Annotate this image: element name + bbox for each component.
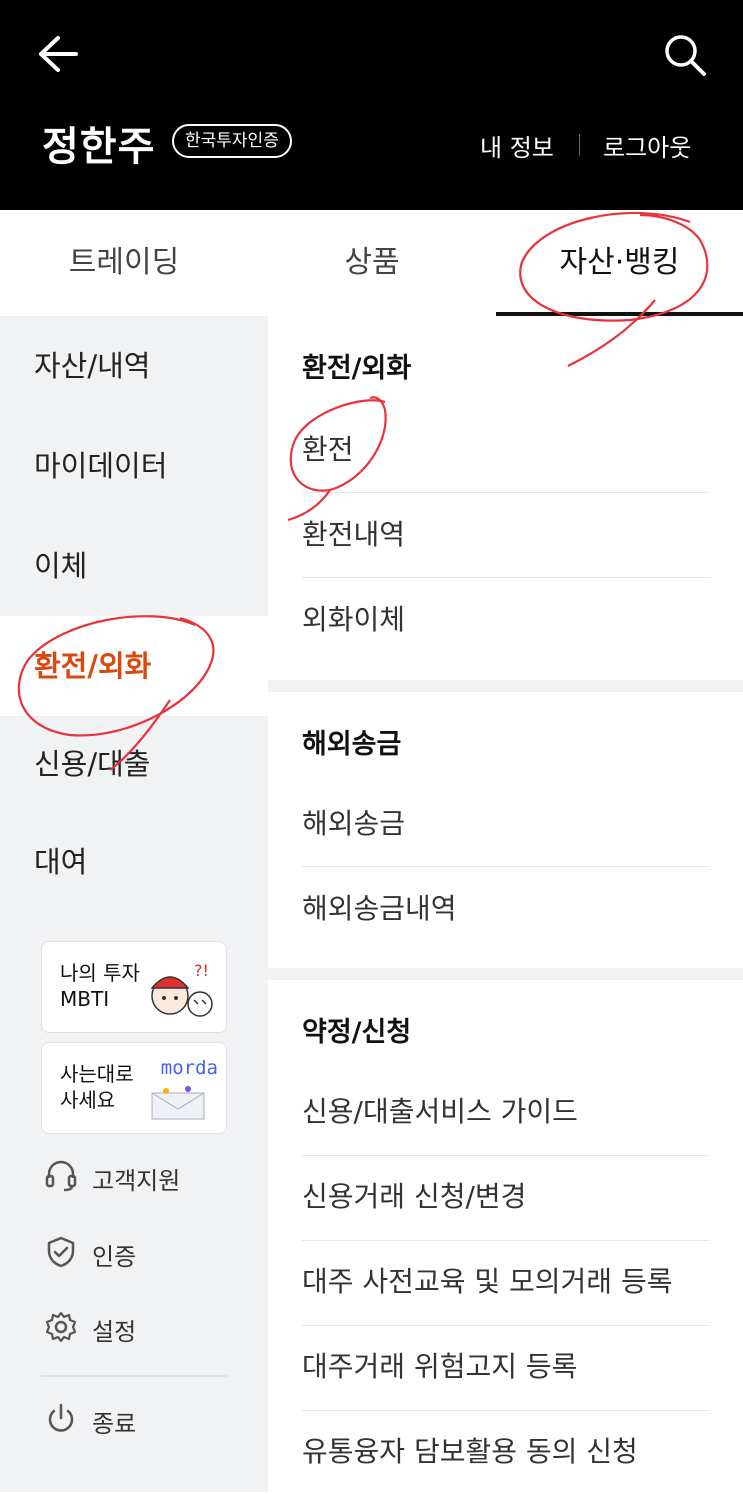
app-header: 정한주 한국투자인증 내 정보 로그아웃 (0, 0, 743, 210)
search-button[interactable] (660, 30, 710, 80)
menu-item-exchange-history[interactable]: 환전내역 (302, 493, 710, 577)
morda-brand: morda (160, 1057, 218, 1079)
menu-item-exchange[interactable]: 환전 (302, 408, 710, 492)
promo-investment-mbti[interactable]: 나의 투자 MBTI ?! (41, 941, 227, 1033)
section-title-agreements: 약정/신청 (302, 1017, 412, 1048)
sidebar-item-lending[interactable]: 대여 (0, 812, 268, 912)
main-tabs: 트레이딩 상품 자산·뱅킹 (0, 210, 743, 316)
my-info-link[interactable]: 내 정보 (480, 128, 554, 163)
envelope-illustration-icon (151, 1086, 205, 1120)
sidebar-divider (41, 1375, 227, 1377)
promo-text: 나의 투자 MBTI (60, 961, 140, 1011)
sidebar-item-transfer[interactable]: 이체 (0, 516, 268, 616)
menu-item-short-education[interactable]: 대주 사전교육 및 모의거래 등록 (302, 1240, 710, 1324)
menu-item-remittance-history[interactable]: 해외송금내역 (302, 867, 710, 951)
submenu-panel: 환전/외화 환전 환전내역 외화이체 해외송금 해외송금 해외송금내역 약정/신… (268, 316, 743, 1492)
tab-trading[interactable]: 트레이딩 (0, 210, 248, 316)
menu-item-credit-apply[interactable]: 신용거래 신청/변경 (302, 1155, 710, 1239)
arrow-left-icon (39, 36, 78, 72)
tab-products[interactable]: 상품 (248, 210, 496, 316)
menu-item-foreign-transfer[interactable]: 외화이체 (302, 578, 710, 662)
settings-label: 설정 (92, 1318, 137, 1346)
sidebar-item-credit-loan[interactable]: 신용/대출 (0, 714, 268, 814)
character-illustration-icon: ?! (150, 961, 213, 1017)
user-name: 정한주 (42, 124, 156, 170)
svg-text:?!: ?! (194, 961, 209, 980)
certification-label: 인증 (92, 1243, 137, 1271)
promo-morda[interactable]: 사는대로 사세요 morda (41, 1042, 227, 1134)
promo-text: 사는대로 사세요 (60, 1062, 134, 1112)
headset-icon (45, 1160, 77, 1192)
sidebar-item-exchange[interactable]: 환전/외화 (0, 616, 268, 716)
sidebar-item-mydata[interactable]: 마이데이터 (0, 416, 268, 516)
gear-icon (45, 1311, 77, 1343)
menu-item-remittance[interactable]: 해외송금 (302, 782, 710, 866)
tab-assets-banking[interactable]: 자산·뱅킹 (496, 210, 743, 316)
menu-item-credit-loan-guide[interactable]: 신용/대출서비스 가이드 (302, 1070, 710, 1154)
search-icon (665, 35, 706, 76)
sidebar-item-assets[interactable]: 자산/내역 (0, 316, 268, 416)
section-title-remittance: 해외송금 (302, 729, 402, 760)
sidebar: 자산/내역 마이데이터 이체 환전/외화 신용/대출 대여 나의 투자 MBTI… (0, 316, 268, 1492)
power-icon (48, 1403, 74, 1432)
exit-label: 종료 (92, 1410, 137, 1438)
header-divider (579, 134, 580, 156)
section-gap (268, 968, 743, 980)
back-button[interactable] (36, 34, 80, 74)
menu-item-short-risk-notice[interactable]: 대주거래 위험고지 등록 (302, 1325, 710, 1409)
logout-link[interactable]: 로그아웃 (603, 128, 691, 163)
menu-item-collateral-consent[interactable]: 유통융자 담보활용 동의 신청 (302, 1410, 710, 1494)
customer-support-label: 고객지원 (92, 1167, 181, 1195)
shield-check-icon (47, 1236, 75, 1268)
cert-badge[interactable]: 한국투자인증 (172, 124, 292, 158)
section-title-exchange: 환전/외화 (302, 353, 412, 384)
section-gap (268, 680, 743, 692)
